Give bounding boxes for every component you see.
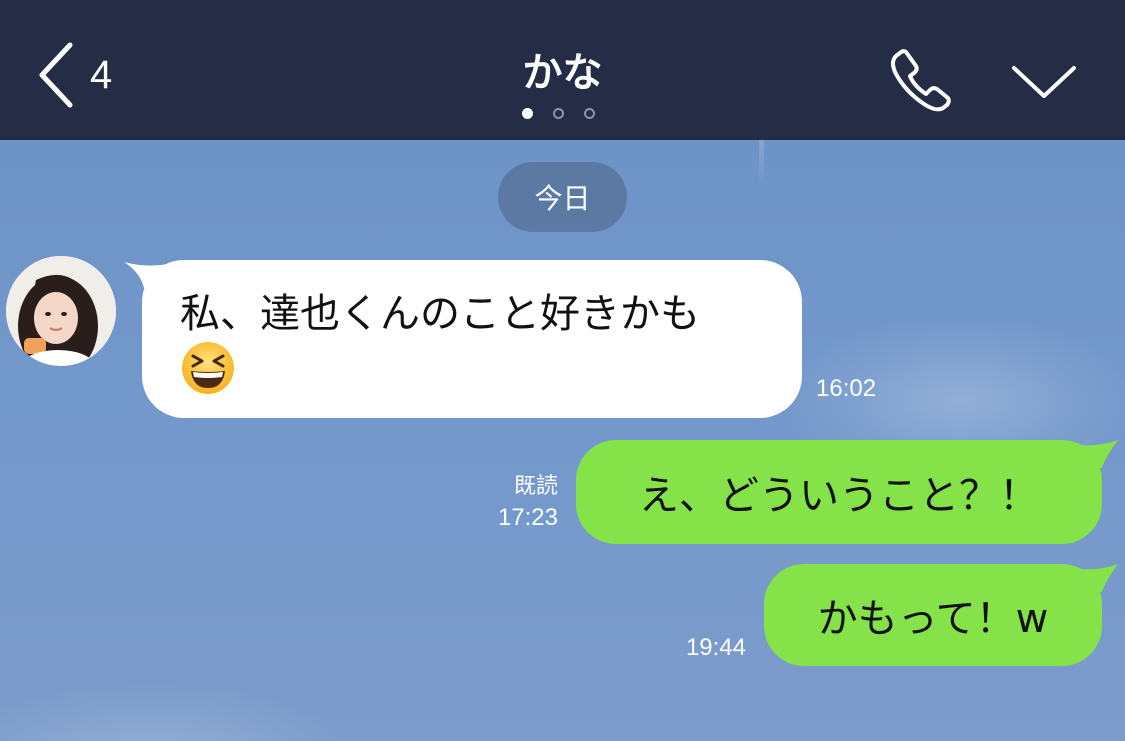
page-dot <box>553 108 564 119</box>
bubble-tail <box>1072 440 1118 468</box>
message-text: かもって！w <box>817 596 1049 642</box>
message-time: 17:23 <box>497 504 558 531</box>
chat-header: 4 かな <box>0 0 1125 140</box>
message-text: え、どういうこと？！ <box>639 473 1039 519</box>
chevron-down-icon <box>1012 66 1076 98</box>
page-dot <box>522 108 533 119</box>
date-separator: 今日 <box>498 162 627 232</box>
bubble-tail <box>1072 564 1118 592</box>
message-time: 16:02 <box>816 375 877 402</box>
page-dot <box>584 108 595 119</box>
unread-count: 4 <box>90 52 113 97</box>
call-button[interactable] <box>886 44 956 114</box>
message-bubble-outgoing[interactable]: かもって！w <box>764 564 1102 666</box>
chevron-left-icon <box>39 42 73 108</box>
back-button[interactable]: 4 <box>36 40 136 110</box>
message-time: 19:44 <box>685 634 746 661</box>
read-receipt: 既読 <box>513 473 558 498</box>
message-bubble-incoming[interactable]: 私、達也くんのこと好きかも <box>142 260 802 418</box>
message-bubble-outgoing[interactable]: え、どういうこと？！ <box>576 440 1102 544</box>
chat-title: かな <box>522 50 603 96</box>
page-indicator <box>522 108 595 119</box>
menu-toggle-button[interactable] <box>1008 54 1080 106</box>
phone-icon <box>891 49 951 112</box>
avatar[interactable] <box>6 256 116 366</box>
grinning-squinting-face-icon <box>182 342 234 394</box>
message-text: 私、達也くんのこと好きかも <box>180 291 700 337</box>
